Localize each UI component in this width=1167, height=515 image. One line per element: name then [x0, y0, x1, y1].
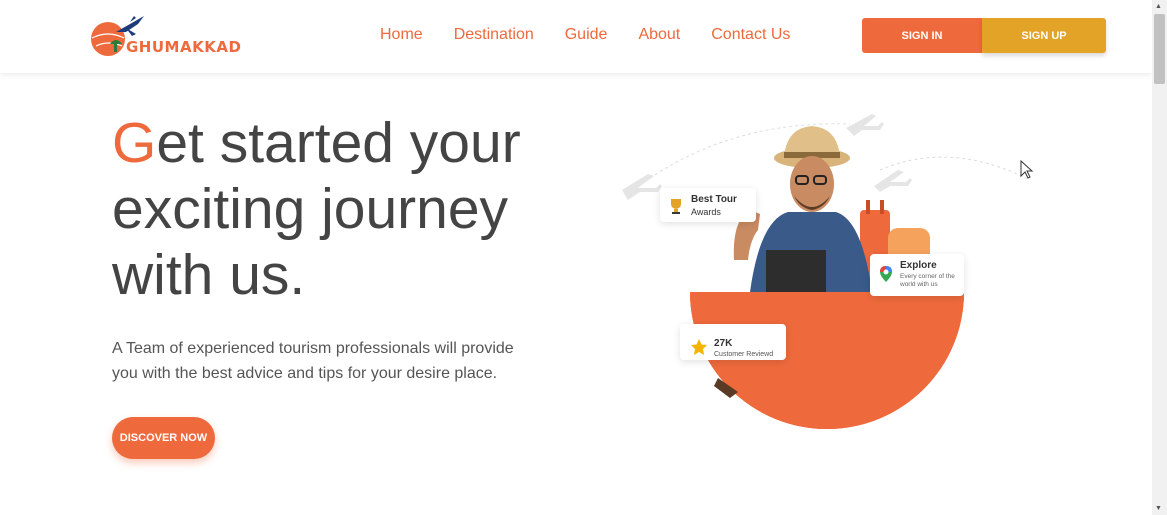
scroll-down-arrow-icon[interactable]: ▼	[1155, 505, 1162, 512]
hero-title: Get started your exciting journey with u…	[112, 110, 582, 308]
hero-illustration	[622, 114, 1031, 429]
scrollbar-thumb[interactable]	[1154, 14, 1165, 84]
nav-guide[interactable]: Guide	[565, 26, 608, 44]
reviews-count: 27K	[714, 338, 733, 349]
explore-subtext: Every corner of the world with us	[900, 273, 955, 288]
scroll-up-arrow-icon[interactable]: ▲	[1155, 3, 1162, 10]
explore-label: Explore	[900, 260, 937, 271]
mouse-cursor-icon	[1020, 160, 1034, 179]
sign-up-button[interactable]: SIGN UP	[982, 18, 1106, 53]
hero-title-line2: exciting journey	[112, 177, 509, 241]
hero-title-line3: with us.	[112, 243, 306, 307]
sign-in-button[interactable]: SIGN IN	[862, 18, 982, 53]
hero-description: A Team of experienced tourism profession…	[112, 340, 514, 382]
plane-icon	[622, 174, 662, 200]
hero-title-line1: et started your	[156, 111, 521, 175]
nav-about[interactable]: About	[638, 26, 680, 44]
discover-now-button[interactable]: DISCOVER NOW	[112, 417, 215, 459]
hero-title-first-letter: G	[112, 111, 157, 175]
main-nav: Home Destination Guide About Contact Us	[380, 26, 821, 44]
trophy-icon	[671, 199, 681, 214]
reviews-label: Customer Reviewd	[714, 351, 774, 358]
site-header: GHUMAKKAD Home Destination Guide About C…	[0, 0, 1152, 73]
logo-text[interactable]: GHUMAKKAD	[126, 38, 241, 56]
map-pin-icon	[880, 266, 892, 282]
nav-contact-us[interactable]: Contact Us	[711, 26, 790, 44]
nav-home[interactable]: Home	[380, 26, 423, 44]
customer-reviews-card: 27K Customer Reviewd	[680, 324, 786, 360]
plane-icon	[874, 170, 912, 192]
plane-icon	[846, 114, 884, 136]
nav-destination[interactable]: Destination	[454, 26, 534, 44]
best-tour-label: Best Tour	[691, 194, 737, 205]
explore-card: Explore Every corner of the world with u…	[870, 254, 964, 296]
best-tour-awards-card: Best Tour Awards	[660, 188, 756, 222]
awards-label: Awards	[691, 207, 721, 217]
star-icon	[691, 339, 707, 355]
